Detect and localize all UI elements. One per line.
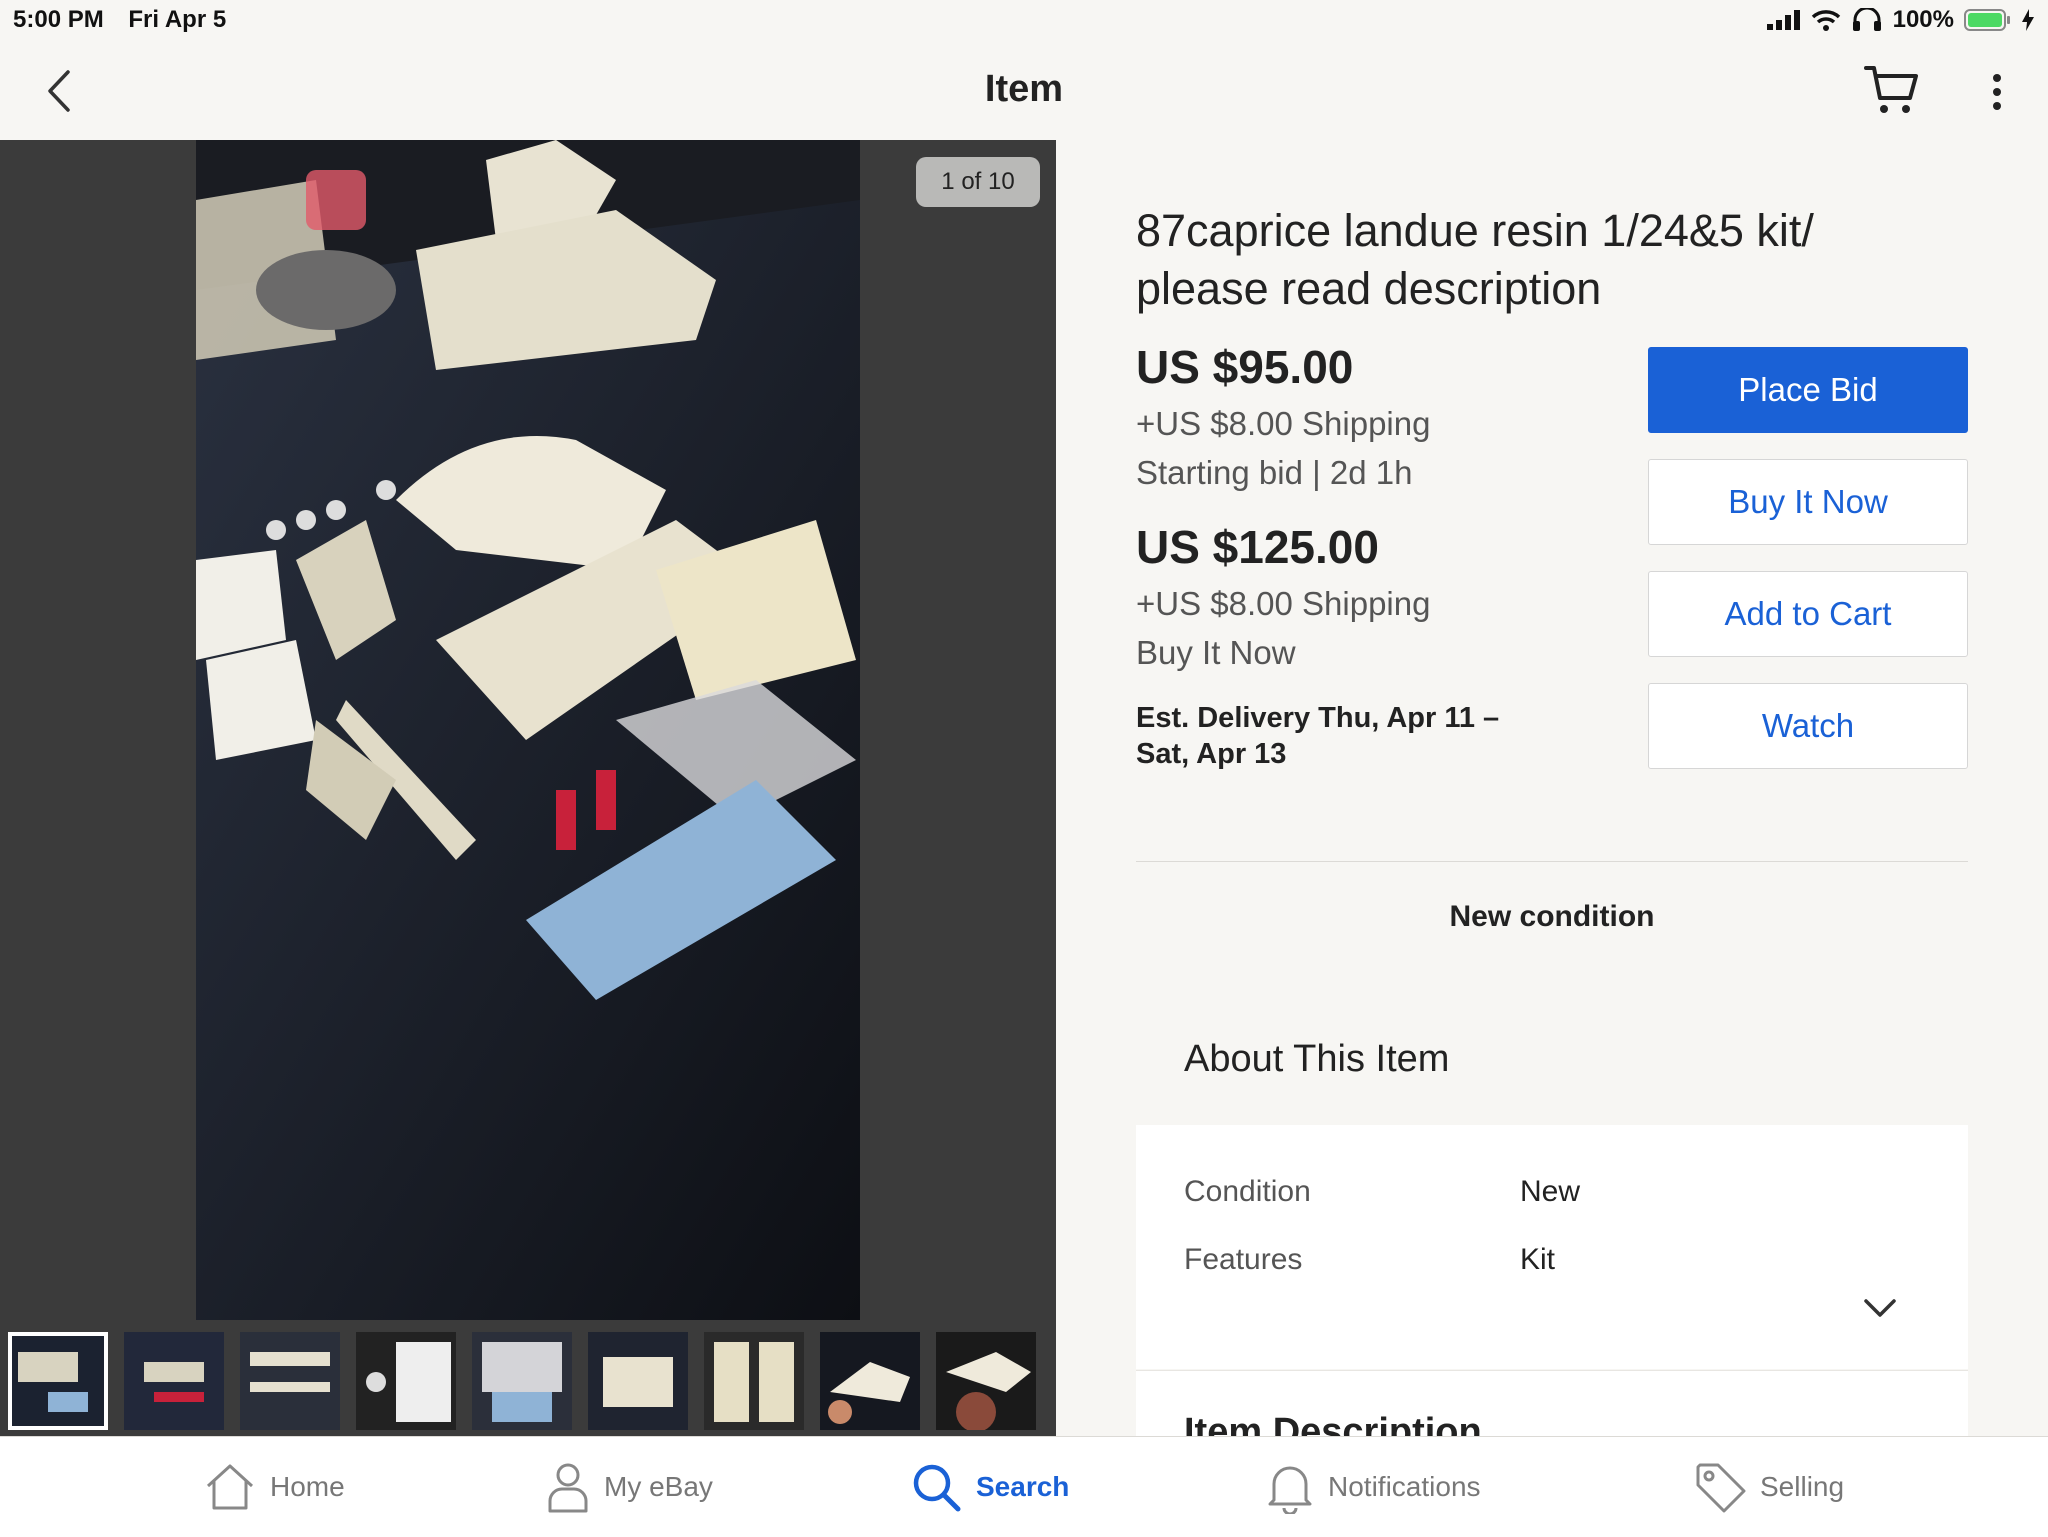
more-vertical-icon	[1993, 74, 2001, 110]
home-icon	[206, 1464, 254, 1510]
condition-note: New condition	[1449, 900, 1655, 933]
tab-home[interactable]: Home	[204, 1437, 345, 1537]
tab-label: Selling	[1760, 1471, 1845, 1502]
status-time: 5:00 PM	[13, 6, 104, 33]
tag-icon	[1696, 1463, 1746, 1513]
battery-percent: 100%	[1892, 6, 1954, 33]
tab-search[interactable]: Search	[910, 1437, 1069, 1537]
thumbnail-8[interactable]	[820, 1332, 920, 1430]
cellular-signal-icon	[1766, 10, 1800, 30]
bid-shipping: +US $8.00 Shipping	[1136, 405, 1431, 442]
thumbnail-image	[356, 1332, 456, 1430]
tab-notifications[interactable]: Notifications	[1266, 1437, 1481, 1537]
item-description-card[interactable]: Item Description	[1136, 1370, 1968, 1437]
add-to-cart-button[interactable]: Add to Cart	[1648, 571, 1968, 657]
watch-button[interactable]: Watch	[1648, 683, 1968, 769]
user-icon	[548, 1463, 588, 1513]
item-specifics-card: Condition New Features Kit	[1136, 1125, 1968, 1369]
thumbnail-3[interactable]	[240, 1332, 340, 1430]
buy-it-now-button[interactable]: Buy It Now	[1648, 459, 1968, 545]
status-date: Fri Apr 5	[128, 6, 227, 33]
thumbnail-image	[8, 1332, 108, 1430]
spec-value: New	[1520, 1175, 1581, 1208]
thumbnail-image	[240, 1332, 340, 1430]
thumbnail-4[interactable]	[356, 1332, 456, 1430]
navigation-bar: Item	[0, 40, 2048, 141]
expand-specs-button[interactable]	[1860, 1293, 1900, 1323]
thumbnail-strip	[0, 1322, 1056, 1436]
thumbnail-2[interactable]	[124, 1332, 224, 1430]
status-bar: 5:00 PM Fri Apr 5 100%	[0, 0, 2048, 40]
page-title: Item	[984, 68, 1064, 110]
image-gallery: 1 of 10	[0, 140, 1056, 1436]
bell-icon	[1268, 1466, 1312, 1514]
thumbnail-image	[588, 1332, 688, 1430]
spec-value: Kit	[1520, 1243, 1556, 1276]
thumbnail-image	[472, 1332, 572, 1430]
tab-my-ebay[interactable]: My eBay	[546, 1437, 713, 1537]
buy-it-now-price: US $125.00	[1136, 521, 1379, 573]
chevron-down-icon	[1864, 1299, 1896, 1317]
bottom-tab-bar: Home My eBay Search Notifications Sellin…	[0, 1436, 2048, 1537]
spec-label: Features	[1184, 1243, 1303, 1276]
thumbnail-image	[820, 1332, 920, 1430]
search-icon	[913, 1464, 961, 1512]
thumbnail-image	[124, 1332, 224, 1430]
description-heading: Item Description	[1184, 1411, 1482, 1437]
wifi-icon	[1811, 10, 1840, 31]
bid-price: US $95.00	[1136, 341, 1354, 393]
thumbnail-6[interactable]	[588, 1332, 688, 1430]
cart-button[interactable]	[1862, 62, 1922, 118]
thumbnail-9[interactable]	[936, 1332, 1036, 1430]
thumbnail-5[interactable]	[472, 1332, 572, 1430]
thumbnail-7[interactable]	[704, 1332, 804, 1430]
thumbnail-image	[936, 1332, 1036, 1430]
buy-it-now-shipping: +US $8.00 Shipping	[1136, 585, 1431, 622]
bid-info: Starting bid | 2d 1h	[1136, 454, 1413, 491]
charging-bolt-icon	[2022, 9, 2034, 31]
cart-icon	[1864, 66, 1918, 113]
section-divider	[1136, 861, 1968, 862]
tab-label: Search	[976, 1471, 1070, 1502]
battery-icon	[1964, 9, 2010, 31]
main-item-photo[interactable]	[196, 140, 860, 1320]
buy-it-now-info: Buy It Now	[1136, 634, 1296, 671]
tab-selling[interactable]: Selling	[1694, 1437, 1844, 1537]
tab-label: Notifications	[1328, 1471, 1481, 1502]
item-details-panel: 87caprice landue resin 1/24&5 kit/ pleas…	[1056, 140, 2048, 1437]
more-options-button[interactable]	[1982, 70, 2012, 114]
estimated-delivery: Est. Delivery Thu, Apr 11 – Sat, Apr 13	[1136, 702, 1500, 770]
item-photo-image	[196, 140, 860, 1320]
about-heading: About This Item	[1184, 1038, 1450, 1080]
place-bid-button[interactable]: Place Bid	[1648, 347, 1968, 433]
item-title: 87caprice landue resin 1/24&5 kit/ pleas…	[1136, 205, 1814, 314]
spec-label: Condition	[1184, 1175, 1311, 1208]
headphones-icon	[1852, 8, 1881, 31]
tab-label: My eBay	[604, 1471, 713, 1502]
photo-counter-badge: 1 of 10	[916, 157, 1040, 207]
thumbnail-image	[704, 1332, 804, 1430]
thumbnail-1[interactable]	[8, 1332, 108, 1430]
tab-label: Home	[270, 1471, 345, 1502]
